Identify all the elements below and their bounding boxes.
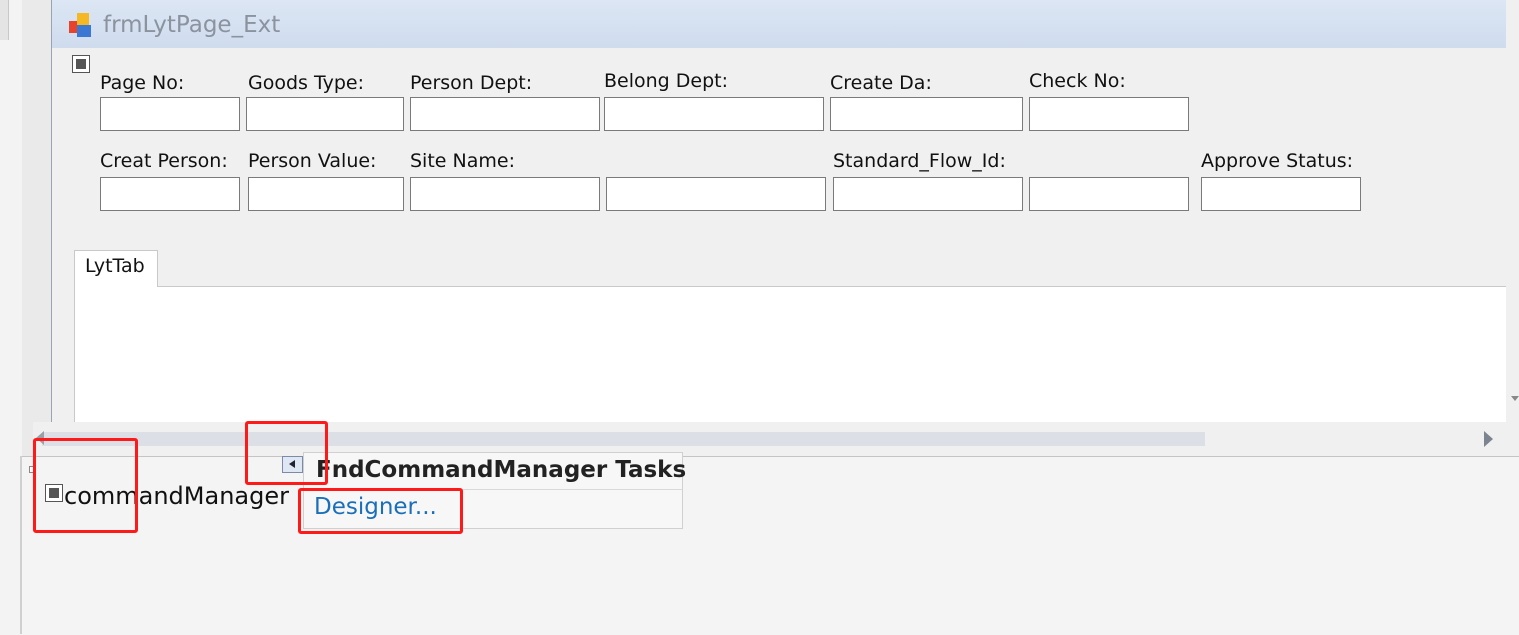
left-edge-strip <box>0 0 9 40</box>
layout-selection-glyph-icon[interactable] <box>72 55 90 73</box>
standard-flow-id-extra-input[interactable] <box>1029 177 1189 211</box>
form-title: frmLytPage_Ext <box>103 12 281 38</box>
goods-type-input[interactable] <box>246 97 404 131</box>
site-name-extra-input[interactable] <box>606 177 826 211</box>
tab-lyttab-label: LytTab <box>85 255 145 277</box>
label-belong-dept: Belong Dept: <box>604 70 729 92</box>
tasks-panel-title: FndCommandManager Tasks <box>316 457 687 483</box>
label-check-no: Check No: <box>1029 70 1126 92</box>
label-person-dept: Person Dept: <box>410 72 533 94</box>
label-approve-status: Approve Status: <box>1201 150 1354 172</box>
label-goods-type: Goods Type: <box>248 72 365 94</box>
scroll-right-arrow-icon[interactable] <box>1484 431 1493 447</box>
site-name-input[interactable] <box>410 177 600 211</box>
tab-lyttab[interactable]: LytTab <box>74 250 158 287</box>
label-create-da: Create Da: <box>830 72 932 94</box>
belong-dept-input[interactable] <box>604 97 824 131</box>
check-no-input[interactable] <box>1029 97 1189 131</box>
person-dept-input[interactable] <box>410 97 600 131</box>
highlight-box-smart-tag <box>245 421 328 485</box>
label-person-value: Person Value: <box>248 150 377 172</box>
label-standard-flow-id: Standard_Flow_Id: <box>833 150 1006 172</box>
lyt-tab-page <box>74 286 1507 423</box>
person-value-input[interactable] <box>248 177 404 211</box>
create-date-input[interactable] <box>830 97 1023 131</box>
creat-person-input[interactable] <box>100 177 240 211</box>
vertical-scrollbar[interactable] <box>1506 0 1519 422</box>
highlight-box-designer <box>298 488 463 534</box>
scroll-down-arrow-icon[interactable] <box>1511 396 1519 401</box>
highlight-box-component <box>33 438 138 533</box>
approve-status-input[interactable] <box>1201 177 1361 211</box>
page-no-input[interactable] <box>100 97 240 131</box>
label-creat-person: Creat Person: <box>100 150 228 172</box>
form-icon <box>68 12 96 40</box>
standard-flow-id-input[interactable] <box>833 177 1023 211</box>
label-site-name: Site Name: <box>410 150 515 172</box>
horizontal-scroll-thumb[interactable] <box>42 432 1205 446</box>
label-page-no: Page No: <box>100 72 185 94</box>
tray-left-edge <box>20 456 22 634</box>
